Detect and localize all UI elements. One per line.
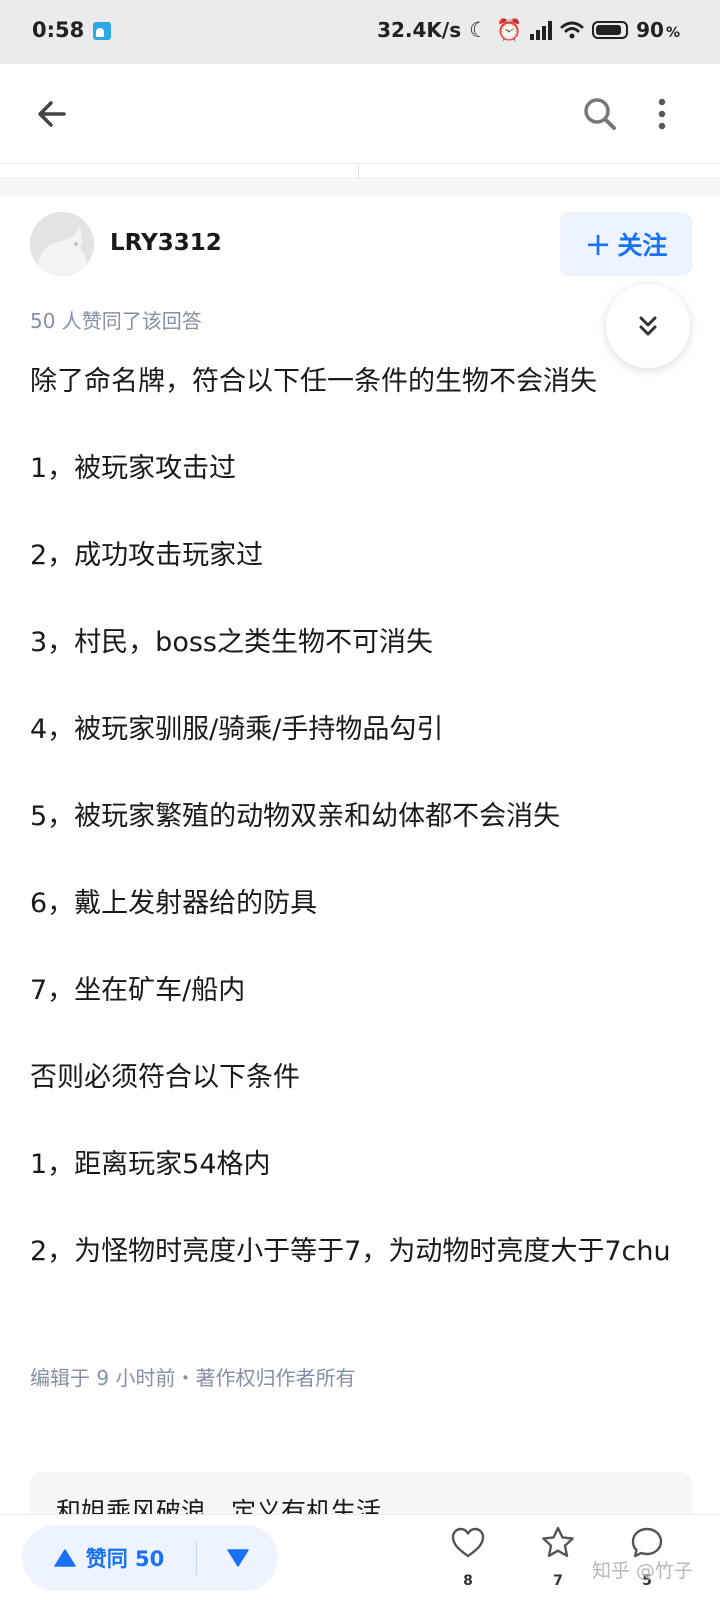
star-icon xyxy=(542,1526,574,1557)
upvote-label: 赞同 50 xyxy=(85,1547,165,1571)
author-name[interactable]: LRY3312 xyxy=(110,230,222,256)
more-icon[interactable] xyxy=(656,94,696,134)
answer-paragraph: 3，村民，boss之类生物不可消失 xyxy=(30,627,433,658)
answer-body: 除了命名牌，符合以下任一条件的生物不会消失 1，被玩家攻击过 2，成功攻击玩家过… xyxy=(30,360,690,1274)
vote-group: 赞同 50 xyxy=(22,1525,278,1591)
follow-label: 关注 xyxy=(617,231,668,260)
avatar[interactable] xyxy=(30,212,94,276)
subnav-strip xyxy=(0,165,720,179)
alarm-icon: ⏰ xyxy=(495,17,523,42)
answer-paragraph: 4，被玩家驯服/骑乘/手持物品勾引 xyxy=(30,714,444,745)
search-icon[interactable] xyxy=(580,94,620,134)
do-not-disturb-icon: ☾ xyxy=(469,17,488,42)
answer-paragraph: 5，被玩家繁殖的动物双亲和幼体都不会消失 xyxy=(30,801,561,832)
back-icon[interactable] xyxy=(32,94,72,134)
app-header xyxy=(0,64,720,164)
heart-icon xyxy=(451,1527,485,1558)
favorite-count: 7 xyxy=(553,1573,563,1589)
app-notification-icon xyxy=(93,22,111,40)
network-speed: 32.4K/s xyxy=(377,18,462,42)
follow-button[interactable]: + 关注 xyxy=(560,212,692,276)
battery-icon xyxy=(592,21,629,39)
upvote-button[interactable]: 赞同 50 xyxy=(22,1525,196,1591)
status-time: 0:58 xyxy=(32,18,85,42)
status-bar: 0:58 32.4K/s ☾ ⏰ 90% xyxy=(0,0,720,64)
plus-icon: + xyxy=(584,225,612,263)
like-button[interactable]: 8 xyxy=(443,1525,493,1595)
subnav-divider xyxy=(358,165,359,179)
default-avatar-icon xyxy=(30,212,94,276)
answer-paragraph: 7，坐在矿车/船内 xyxy=(30,975,246,1006)
wifi-icon xyxy=(560,21,584,39)
answer-paragraph: 6，戴上发射器给的防具 xyxy=(30,888,318,919)
answer-paragraph: 1，距离玩家54格内 xyxy=(30,1149,271,1180)
watermark: 知乎 @竹子 xyxy=(592,1560,694,1582)
answer-paragraph: 否则必须符合以下条件 xyxy=(30,1062,300,1093)
battery-percent: 90% xyxy=(636,18,680,42)
signal-icon xyxy=(530,20,553,40)
edit-meta: 编辑于 9 小时前・著作权归作者所有 xyxy=(30,1366,356,1390)
status-indicators: 32.4K/s ☾ ⏰ 90% xyxy=(377,18,680,42)
answer-paragraph: 1，被玩家攻击过 xyxy=(30,453,237,484)
answer-paragraph: 2，成功攻击玩家过 xyxy=(30,540,264,571)
double-chevron-down-icon xyxy=(639,316,657,336)
answer-paragraph: 2，为怪物时亮度小于等于7，为动物时亮度大于7chu xyxy=(30,1236,671,1267)
favorite-button[interactable]: 7 xyxy=(533,1525,583,1595)
vote-summary: 50 人赞同了该回答 xyxy=(30,309,202,333)
like-count: 8 xyxy=(463,1573,473,1589)
collapse-button[interactable] xyxy=(606,284,690,368)
downvote-button[interactable] xyxy=(197,1525,278,1591)
section-gap xyxy=(0,180,720,196)
triangle-up-icon xyxy=(53,1549,76,1567)
answer-paragraph: 除了命名牌，符合以下任一条件的生物不会消失 xyxy=(30,366,597,397)
triangle-down-icon xyxy=(226,1549,249,1567)
battery-level-fill xyxy=(596,25,622,35)
